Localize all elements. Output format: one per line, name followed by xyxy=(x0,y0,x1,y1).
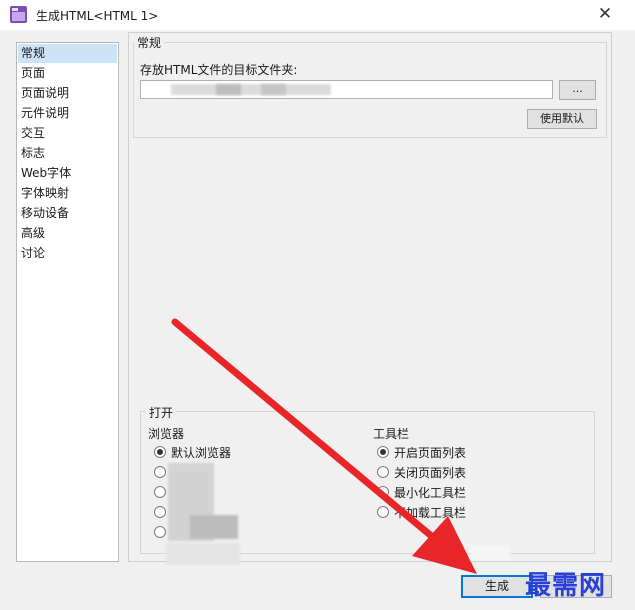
annotation-arrow xyxy=(171,318,477,574)
watermark-logo: 最需网 xyxy=(525,571,607,601)
redacted-smudge xyxy=(470,545,510,560)
